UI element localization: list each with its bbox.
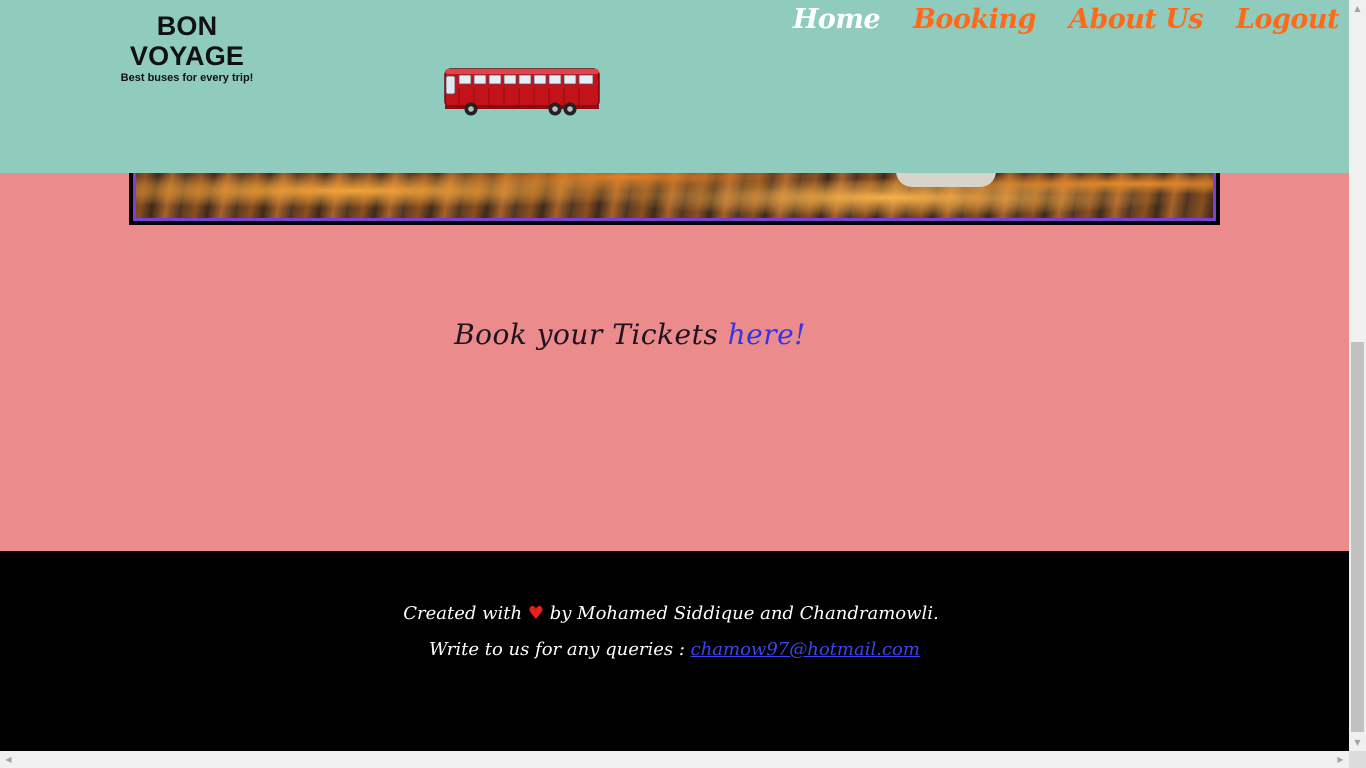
nav-about-us[interactable]: About Us bbox=[1069, 0, 1204, 40]
site-header: BON VOYAGE Best buses for every trip! Ho… bbox=[0, 0, 1349, 173]
book-text: Book your Tickets bbox=[454, 318, 728, 351]
scrollbar-corner bbox=[1349, 751, 1366, 768]
footer-contact: Write to us for any queries : chamow97@h… bbox=[0, 639, 1349, 660]
hero-image-detail bbox=[896, 171, 996, 187]
brand[interactable]: BON VOYAGE Best buses for every trip! bbox=[100, 11, 274, 84]
vertical-scroll-thumb[interactable] bbox=[1351, 342, 1364, 732]
contact-email-link[interactable]: chamow97@hotmail.com bbox=[691, 639, 920, 660]
bus-icon bbox=[444, 68, 600, 116]
vertical-scrollbar[interactable]: ▲ ▼ bbox=[1349, 0, 1366, 751]
scroll-left-arrow-icon[interactable]: ◀ bbox=[0, 751, 17, 768]
nav-booking[interactable]: Booking bbox=[913, 0, 1036, 40]
heart-icon: ♥ bbox=[527, 603, 545, 624]
credits-suffix: by Mohamed Siddique and Chandramowli. bbox=[544, 603, 939, 624]
scroll-down-arrow-icon[interactable]: ▼ bbox=[1349, 734, 1366, 751]
credits-prefix: Created with bbox=[403, 603, 523, 624]
nav-logout[interactable]: Logout bbox=[1236, 0, 1339, 40]
footer-credits: Created with ♥ by Mohamed Siddique and C… bbox=[0, 603, 1342, 624]
nav-home[interactable]: Home bbox=[793, 0, 881, 40]
main-nav: Home Booking About Us Logout bbox=[793, 0, 1340, 40]
scroll-right-arrow-icon[interactable]: ▶ bbox=[1332, 751, 1349, 768]
book-here-link[interactable]: here! bbox=[728, 318, 806, 351]
brand-title: BON VOYAGE bbox=[129, 11, 245, 71]
scroll-up-arrow-icon[interactable]: ▲ bbox=[1349, 0, 1366, 17]
book-tickets-prompt: Book your Tickets here! bbox=[0, 318, 1260, 351]
horizontal-scrollbar[interactable]: ◀ ▶ bbox=[0, 751, 1349, 768]
contact-prefix: Write to us for any queries : bbox=[429, 639, 691, 660]
page-viewport: BON VOYAGE Best buses for every trip! Ho… bbox=[0, 0, 1349, 751]
site-footer: Created with ♥ by Mohamed Siddique and C… bbox=[0, 551, 1349, 751]
brand-tagline: Best buses for every trip! bbox=[120, 72, 254, 84]
